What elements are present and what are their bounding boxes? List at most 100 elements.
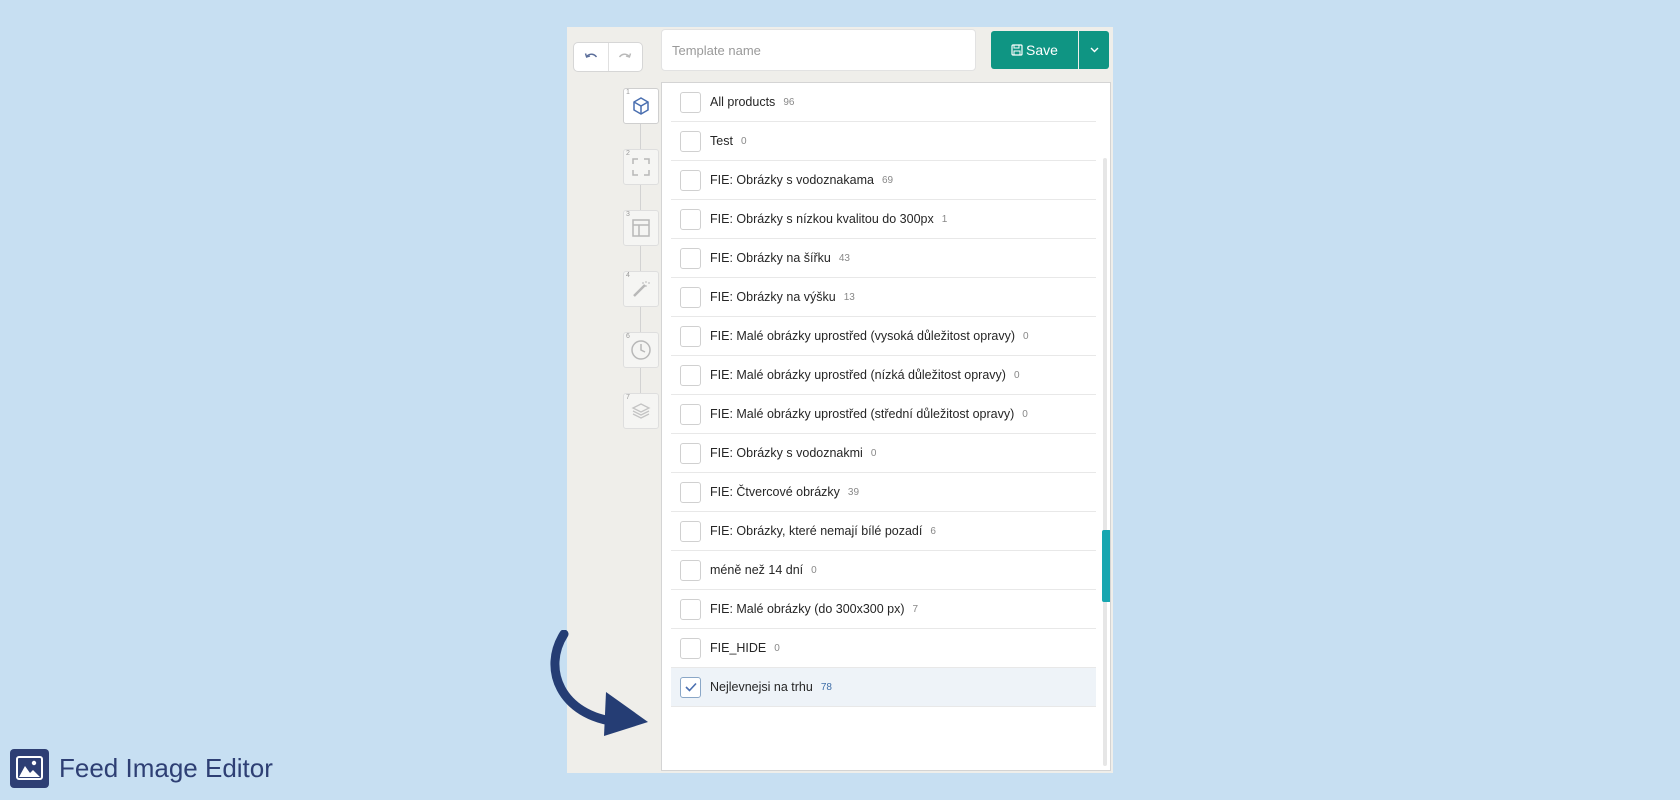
checkbox[interactable]	[680, 637, 701, 659]
product-group-row[interactable]: FIE: Malé obrázky uprostřed (vysoká důle…	[671, 317, 1096, 356]
product-group-row[interactable]: Nejlevnejsi na trhu 78	[671, 668, 1096, 707]
product-group-row[interactable]: FIE: Obrázky na šířku 43	[671, 239, 1096, 278]
checkbox[interactable]	[680, 520, 701, 542]
product-group-label: FIE: Malé obrázky uprostřed (vysoká důle…	[710, 329, 1015, 343]
product-group-panel: All products 96 Test 0 FIE: Obrázky s vodozn…	[661, 82, 1111, 771]
checkbox[interactable]	[680, 208, 701, 230]
product-group-row[interactable]: FIE: Malé obrázky uprostřed (nízká důlež…	[671, 356, 1096, 395]
product-count-badge: 39	[847, 486, 860, 498]
checkbox[interactable]	[680, 364, 701, 386]
checkbox[interactable]	[680, 247, 701, 269]
product-group-label: FIE: Obrázky na výšku	[710, 290, 836, 304]
checkbox[interactable]	[680, 676, 701, 698]
product-count-badge: 13	[843, 291, 855, 303]
scrollbar-track[interactable]	[1103, 158, 1107, 766]
step-number: 7	[626, 394, 630, 401]
brand-name: Feed Image Editor	[59, 753, 273, 783]
product-count-badge: 1	[941, 213, 948, 225]
step-number: 3	[626, 211, 630, 218]
product-group-row[interactable]: FIE_HIDE 0	[671, 629, 1096, 668]
step-schedule[interactable]: 6	[623, 332, 659, 368]
checkbox[interactable]	[680, 286, 701, 308]
product-group-label: FIE: Obrázky s nízkou kvalitou do 300px	[710, 212, 934, 226]
product-count-badge: 0	[1022, 408, 1028, 420]
step-effects[interactable]: 4	[623, 271, 659, 307]
undo-button[interactable]	[574, 43, 608, 71]
product-count-badge: 6	[930, 525, 936, 537]
redo-icon	[619, 53, 632, 58]
product-group-label: Nejlevnejsi na trhu	[710, 680, 813, 694]
product-group-label: FIE: Obrázky na šířku	[710, 251, 831, 265]
step-layers[interactable]: 7	[623, 393, 659, 429]
product-group-row[interactable]: FIE: Obrázky na výšku 13	[671, 278, 1096, 317]
product-group-label: FIE: Obrázky, které nemají bílé pozadí	[710, 524, 923, 538]
step-number: 1	[626, 89, 630, 96]
product-count-badge: 69	[881, 174, 894, 186]
checkbox[interactable]	[680, 91, 701, 113]
floppy-disk-icon	[1011, 44, 1023, 56]
product-group-row[interactable]: Test 0	[671, 122, 1096, 161]
product-group-row[interactable]: FIE: Malé obrázky (do 300x300 px) 7	[671, 590, 1096, 629]
checkbox[interactable]	[680, 403, 701, 425]
product-group-label: FIE: Malé obrázky uprostřed (střední důl…	[710, 407, 1015, 421]
scrollbar-thumb[interactable]	[1102, 530, 1110, 602]
redo-button[interactable]	[607, 43, 643, 71]
product-group-label: All products	[710, 95, 776, 109]
step-number: 4	[626, 272, 630, 279]
product-count-badge: 0	[1013, 369, 1020, 381]
checkbox[interactable]	[680, 559, 701, 581]
product-group-label: FIE: Obrázky s vodoznakmi	[710, 446, 863, 460]
template-name-input[interactable]	[661, 29, 976, 71]
clock-icon	[631, 340, 651, 360]
product-group-row[interactable]: FIE: Obrázky s nízkou kvalitou do 300px 1	[671, 200, 1096, 239]
product-count-badge: 7	[912, 603, 919, 615]
history-controls	[573, 42, 643, 72]
product-group-row[interactable]: FIE: Obrázky s vodoznakama 69	[671, 161, 1096, 200]
product-group-label: FIE_HIDE	[710, 641, 767, 655]
step-navigation: 1 2 3 4 6 7	[623, 88, 661, 468]
magic-wand-icon	[633, 281, 650, 297]
step-layout[interactable]: 3	[623, 210, 659, 246]
checkbox[interactable]	[680, 325, 701, 347]
checkbox[interactable]	[680, 169, 701, 191]
product-group-row[interactable]: All products 96	[671, 83, 1096, 122]
chevron-down-icon	[1090, 47, 1098, 53]
product-group-row[interactable]: FIE: Malé obrázky uprostřed (střední důl…	[671, 395, 1096, 434]
checkbox[interactable]	[680, 442, 701, 464]
step-number: 6	[626, 333, 630, 340]
brand: Feed Image Editor	[10, 749, 273, 788]
step-products[interactable]: 1	[623, 88, 659, 124]
product-group-label: méně než 14 dní	[710, 563, 804, 577]
product-group-row[interactable]: FIE: Obrázky, které nemají bílé pozadí 6	[671, 512, 1096, 551]
step-number: 2	[626, 150, 630, 157]
image-logo-icon	[10, 749, 49, 788]
product-count-badge: 96	[783, 96, 795, 108]
cube-icon	[633, 97, 649, 115]
save-options-button[interactable]	[1079, 31, 1109, 69]
product-count-badge: 0	[774, 642, 780, 654]
product-group-row[interactable]: FIE: Čtvercové obrázky 39	[671, 473, 1096, 512]
curved-arrow-pointer	[550, 630, 648, 736]
crop-frame-icon	[632, 158, 650, 176]
product-group-label: FIE: Malé obrázky (do 300x300 px)	[710, 602, 905, 616]
product-group-list: All products 96 Test 0 FIE: Obrázky s vodozn…	[671, 83, 1096, 707]
product-group-label: FIE: Obrázky s vodoznakama	[710, 173, 874, 187]
product-count-badge: 78	[820, 681, 832, 693]
checkmark-icon	[684, 682, 697, 692]
product-group-label: FIE: Malé obrázky uprostřed (nízká důlež…	[710, 368, 1006, 382]
product-group-row[interactable]: FIE: Obrázky s vodoznakmi 0	[671, 434, 1096, 473]
save-button-label: Save	[1026, 42, 1058, 58]
step-crop[interactable]: 2	[623, 149, 659, 185]
product-group-row[interactable]: méně než 14 dní 0	[671, 551, 1096, 590]
save-button-group: Save	[991, 31, 1109, 69]
product-count-badge: 0	[740, 135, 747, 147]
layout-icon	[632, 219, 650, 237]
undo-icon	[584, 53, 597, 58]
save-button[interactable]: Save	[991, 31, 1078, 69]
product-count-badge: 0	[811, 564, 817, 576]
checkbox[interactable]	[680, 481, 701, 503]
checkbox[interactable]	[680, 598, 701, 620]
product-count-badge: 43	[838, 252, 850, 264]
checkbox[interactable]	[680, 130, 701, 152]
product-group-label: Test	[710, 134, 733, 148]
